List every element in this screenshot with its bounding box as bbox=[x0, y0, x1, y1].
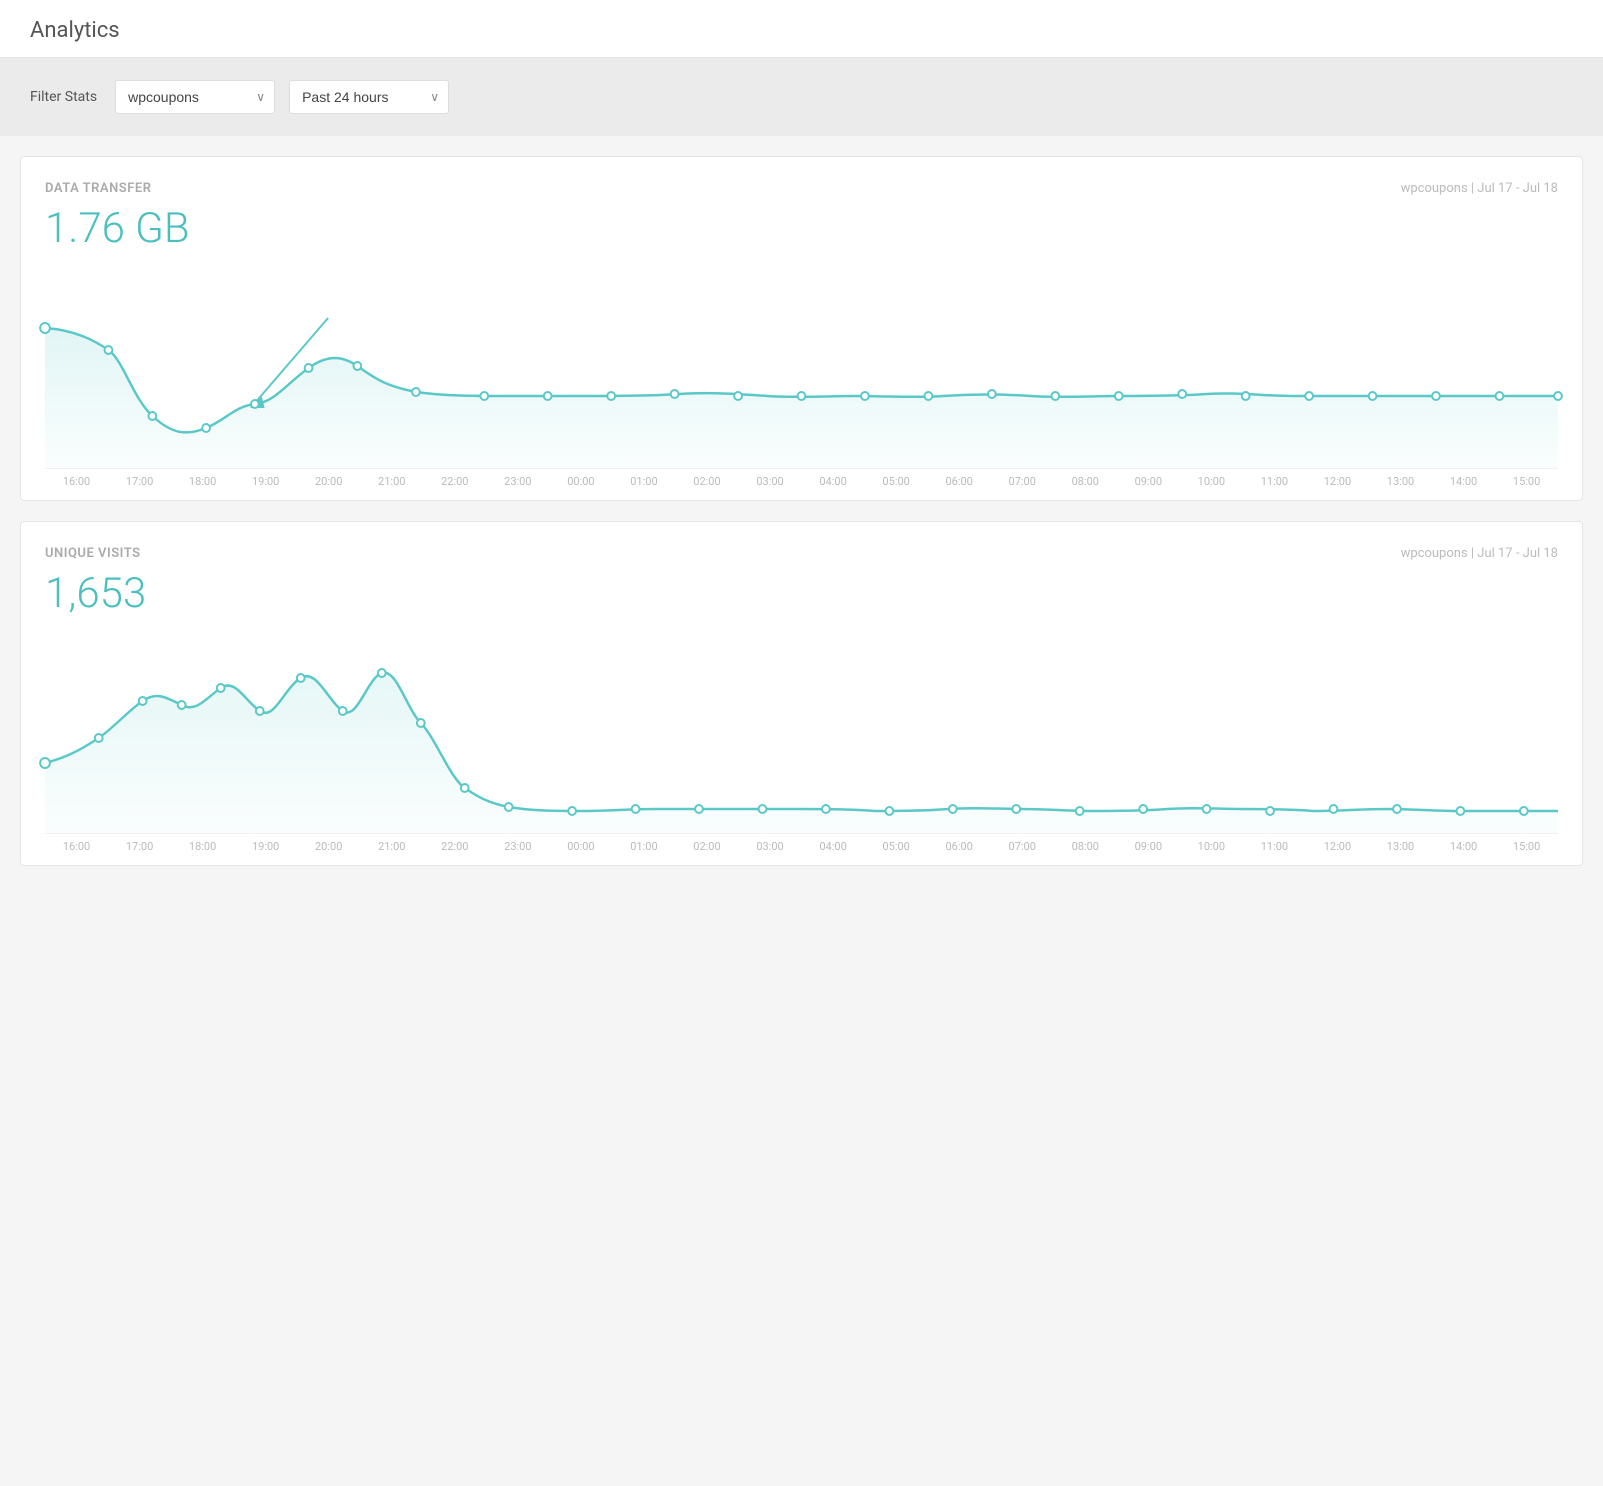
time-label: 22:00 bbox=[423, 475, 486, 488]
time-label: 08:00 bbox=[1054, 840, 1117, 853]
time-label: 12:00 bbox=[1306, 840, 1369, 853]
time-label: 03:00 bbox=[739, 475, 802, 488]
data-transfer-chart-area bbox=[45, 268, 1558, 468]
data-transfer-title: DATA TRANSFER bbox=[45, 181, 151, 196]
time-label: 23:00 bbox=[486, 475, 549, 488]
data-transfer-time-labels: 16:00 17:00 18:00 19:00 20:00 21:00 22:0… bbox=[45, 468, 1558, 500]
filter-label: Filter Stats bbox=[30, 89, 97, 105]
time-label: 15:00 bbox=[1495, 840, 1558, 853]
time-label: 04:00 bbox=[802, 840, 865, 853]
time-label: 19:00 bbox=[234, 840, 297, 853]
time-label: 09:00 bbox=[1117, 475, 1180, 488]
time-label: 05:00 bbox=[865, 475, 928, 488]
time-label: 22:00 bbox=[423, 840, 486, 853]
unique-visits-chart-area bbox=[45, 633, 1558, 833]
time-label: 01:00 bbox=[612, 475, 675, 488]
filter-bar: Filter Stats wpcoupons other-site Past 2… bbox=[0, 58, 1603, 136]
unique-visits-header: UNIQUE VISITS wpcoupons | Jul 17 - Jul 1… bbox=[45, 546, 1558, 561]
time-label: 17:00 bbox=[108, 475, 171, 488]
time-label: 15:00 bbox=[1495, 475, 1558, 488]
site-select[interactable]: wpcoupons other-site bbox=[115, 80, 275, 114]
time-label: 16:00 bbox=[45, 475, 108, 488]
time-label: 17:00 bbox=[108, 840, 171, 853]
unique-visits-meta: wpcoupons | Jul 17 - Jul 18 bbox=[1401, 546, 1558, 561]
time-label: 11:00 bbox=[1243, 475, 1306, 488]
time-label: 13:00 bbox=[1369, 840, 1432, 853]
time-label: 20:00 bbox=[297, 475, 360, 488]
time-label: 21:00 bbox=[360, 475, 423, 488]
unique-visits-value: 1,653 bbox=[45, 571, 1558, 617]
main-content: DATA TRANSFER wpcoupons | Jul 17 - Jul 1… bbox=[0, 136, 1603, 886]
data-transfer-card: DATA TRANSFER wpcoupons | Jul 17 - Jul 1… bbox=[20, 156, 1583, 501]
time-label: 19:00 bbox=[234, 475, 297, 488]
time-label: 08:00 bbox=[1054, 475, 1117, 488]
time-label: 05:00 bbox=[865, 840, 928, 853]
data-transfer-meta: wpcoupons | Jul 17 - Jul 18 bbox=[1401, 181, 1558, 196]
time-label: 02:00 bbox=[675, 475, 738, 488]
time-label: 23:00 bbox=[486, 840, 549, 853]
data-transfer-header: DATA TRANSFER wpcoupons | Jul 17 - Jul 1… bbox=[45, 181, 1558, 196]
time-label: 01:00 bbox=[612, 840, 675, 853]
unique-visits-time-labels: 16:00 17:00 18:00 19:00 20:00 21:00 22:0… bbox=[45, 833, 1558, 865]
data-transfer-svg bbox=[45, 268, 1558, 468]
time-label: 07:00 bbox=[991, 475, 1054, 488]
site-select-wrapper: wpcoupons other-site bbox=[115, 80, 275, 114]
time-label: 02:00 bbox=[675, 840, 738, 853]
time-label: 18:00 bbox=[171, 840, 234, 853]
time-label: 11:00 bbox=[1243, 840, 1306, 853]
time-label: 06:00 bbox=[928, 475, 991, 488]
unique-visits-svg bbox=[45, 633, 1558, 833]
time-label: 03:00 bbox=[739, 840, 802, 853]
time-label: 06:00 bbox=[928, 840, 991, 853]
time-label: 00:00 bbox=[549, 475, 612, 488]
time-label: 21:00 bbox=[360, 840, 423, 853]
data-transfer-value: 1.76 GB bbox=[45, 206, 1558, 252]
time-select[interactable]: Past 24 hours Past 7 days Past 30 days bbox=[289, 80, 449, 114]
time-label: 20:00 bbox=[297, 840, 360, 853]
time-label: 09:00 bbox=[1117, 840, 1180, 853]
unique-visits-title: UNIQUE VISITS bbox=[45, 546, 141, 561]
time-label: 00:00 bbox=[549, 840, 612, 853]
time-label: 14:00 bbox=[1432, 840, 1495, 853]
time-label: 16:00 bbox=[45, 840, 108, 853]
unique-visits-card: UNIQUE VISITS wpcoupons | Jul 17 - Jul 1… bbox=[20, 521, 1583, 866]
time-label: 18:00 bbox=[171, 475, 234, 488]
time-label: 07:00 bbox=[991, 840, 1054, 853]
time-label: 12:00 bbox=[1306, 475, 1369, 488]
page-title: Analytics bbox=[0, 0, 1603, 58]
time-label: 10:00 bbox=[1180, 840, 1243, 853]
time-select-wrapper: Past 24 hours Past 7 days Past 30 days bbox=[289, 80, 449, 114]
time-label: 14:00 bbox=[1432, 475, 1495, 488]
time-label: 13:00 bbox=[1369, 475, 1432, 488]
time-label: 10:00 bbox=[1180, 475, 1243, 488]
time-label: 04:00 bbox=[802, 475, 865, 488]
